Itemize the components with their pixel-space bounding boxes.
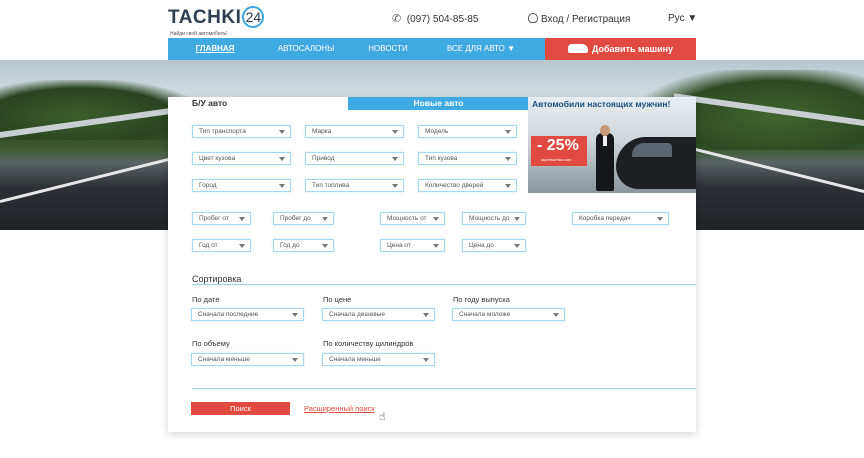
select-body-type[interactable]: Тип кузова [418,152,517,165]
sort-by-year-select[interactable]: Сначала моложе [452,308,565,321]
select-power-to[interactable]: Мощность до [462,212,526,225]
nav-item-dealers[interactable]: АВТОСАЛОНЫ [262,38,350,60]
sort-by-price-label: По цене [323,295,352,304]
select-city[interactable]: Город [192,179,291,192]
sort-by-date-label: По дате [192,295,220,304]
sort-by-volume-label: По объему [192,339,230,348]
ad-banner[interactable]: Автомобили настоящих мужчин! - 25% super… [528,97,696,193]
ad-discount-badge: - 25% supertachka.com [531,136,587,166]
logo[interactable]: TACHKI 24 Найди свой автомобиль! [168,6,265,37]
select-mileage-to[interactable]: Пробег до [273,212,334,225]
logo-text: TACHKI [168,7,242,28]
ad-car-window [632,143,672,157]
login-link[interactable]: Вход / Регистрация [528,13,630,25]
phone-number[interactable]: ✆ (097) 504-85-85 [392,12,479,25]
select-price-from[interactable]: Цена от [380,239,445,252]
select-mileage-from[interactable]: Пробег от [192,212,251,225]
select-doors[interactable]: Количество дверей [418,179,517,192]
sort-by-volume-select[interactable]: Сначала меньше [191,353,304,366]
select-drive[interactable]: Привод [305,152,404,165]
tab-new-cars[interactable]: Новые авто [348,97,529,110]
nav-item-all-for-auto[interactable]: ВСЕ ДЛЯ АВТО ▼ [426,38,536,60]
logo-tagline: Найди свой автомобиль! [170,31,228,37]
nav-item-all-for-auto-label: ВСЕ ДЛЯ АВТО [446,44,505,53]
add-car-label: Добавить машину [591,44,674,54]
user-icon [528,13,538,23]
ad-man-head [600,125,610,136]
chevron-down-icon: ▼ [687,13,698,24]
select-power-from[interactable]: Мощность от [380,212,445,225]
logo-number: 24 [242,6,265,28]
select-make[interactable]: Марка [305,125,404,138]
main-nav: ГЛАВНАЯ АВТОСАЛОНЫ НОВОСТИ ВСЕ ДЛЯ АВТО … [168,38,696,60]
language-text: Рус [668,13,685,24]
chevron-down-icon: ▼ [507,44,516,53]
sort-by-year-label: По году выпуска [453,295,510,304]
select-fuel-type[interactable]: Тип топлива [305,179,404,192]
sort-by-cylinders-select[interactable]: Сначала меньше [322,353,435,366]
search-button[interactable]: Поиск [191,402,290,415]
hand-cursor-icon: ☝ [379,411,386,423]
actions-divider [192,388,696,389]
page: TACHKI 24 Найди свой автомобиль! ✆ (097) … [0,0,864,458]
ad-site: supertachka.com [541,157,572,162]
select-vehicle-type[interactable]: Тип транспорта [192,125,291,138]
select-transmission[interactable]: Коробка передач [572,212,669,225]
tab-used-cars[interactable]: Б/У авто [168,97,348,110]
select-body-color[interactable]: Цвет кузова [192,152,291,165]
phone-icon: ✆ [392,13,402,25]
advanced-search-link[interactable]: Расширенный поиск [304,404,375,413]
ad-discount: - 25% [537,137,579,154]
ad-title: Автомобили настоящих мужчин! [532,99,671,109]
select-year-from[interactable]: Год от [192,239,251,252]
select-year-to[interactable]: Год до [273,239,334,252]
nav-item-news[interactable]: НОВОСТИ [350,38,426,60]
select-price-to[interactable]: Цена до [462,239,526,252]
sort-by-date-select[interactable]: Сначала последние [191,308,304,321]
sort-by-cylinders-label: По количеству цилиндров [323,339,414,348]
tabs: Б/У авто Новые авто [168,97,529,110]
car-icon [567,44,588,53]
select-model[interactable]: Модель [418,125,517,138]
nav-item-home[interactable]: ГЛАВНАЯ [168,38,262,60]
site-header: TACHKI 24 Найди свой автомобиль! ✆ (097) … [168,0,697,38]
road-line-right [688,146,864,193]
sort-divider [192,284,696,285]
sort-title: Сортировка [192,274,242,284]
login-text: Вход / Регистрация [541,14,631,25]
road-line-left [0,156,176,203]
sort-by-price-select[interactable]: Сначала дешевые [322,308,435,321]
add-car-button[interactable]: Добавить машину [545,38,696,60]
phone-text: (097) 504-85-85 [406,14,479,25]
language-selector[interactable]: Рус ▼ [668,13,697,24]
ad-man-shirt [603,136,607,146]
